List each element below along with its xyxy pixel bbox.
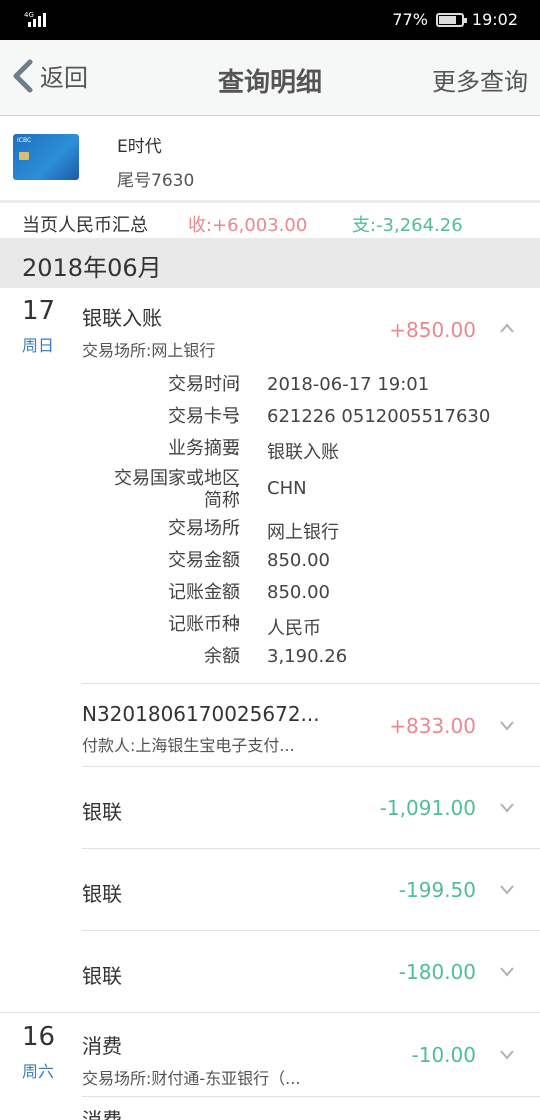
card-info: ICBC (0, 116, 540, 200)
detail-key: 交易国家或地区 (114, 468, 240, 489)
divider (82, 1096, 540, 1097)
chevron-down-icon[interactable] (500, 718, 514, 732)
transaction-title: 消费 (82, 1108, 122, 1120)
transaction-amount: -10.00 (411, 1043, 476, 1067)
card-name: E时代 (117, 137, 162, 157)
day-label: 17 周日 (22, 296, 72, 356)
signal-icon: 4G (24, 11, 46, 27)
summary-expense: 支:-3,264.26 (352, 215, 463, 236)
summary-income: 收:+6,003.00 (188, 215, 308, 236)
battery-icon (435, 12, 467, 27)
transaction-amount: -199.50 (398, 878, 476, 902)
more-query-button[interactable]: 更多查询 (432, 62, 528, 97)
transaction-amount: +833.00 (389, 714, 476, 738)
detail-value: 850.00 (267, 550, 330, 571)
month-label: 2018年06月 (22, 254, 162, 282)
day-number: 17 (22, 296, 56, 326)
chevron-down-icon[interactable] (500, 800, 514, 814)
detail-key: 业务摘要 (168, 438, 240, 459)
chevron-down-icon[interactable] (500, 1047, 514, 1061)
detail-key: 记账金额 (168, 582, 240, 603)
divider (0, 1012, 540, 1013)
detail-value: 人民币 (267, 618, 321, 639)
detail-value: 网上银行 (267, 522, 339, 543)
nav-bar: 返回 查询明细 更多查询 (0, 40, 540, 116)
transaction-amount: -180.00 (398, 960, 476, 984)
card-tail-number: 尾号7630 (117, 171, 195, 191)
clock: 19:02 (471, 10, 518, 29)
detail-value: 2018-06-17 19:01 (267, 374, 430, 395)
weekday: 周日 (22, 336, 55, 355)
detail-value: 621226 0512005517630 (267, 406, 491, 427)
day-number: 16 (22, 1022, 56, 1052)
battery-percent: 77% (392, 10, 428, 29)
transaction-sub: 交易场所:财付通-东亚银行（... (82, 1069, 301, 1088)
divider (82, 848, 540, 849)
month-header: 2018年06月 (0, 238, 540, 288)
detail-key: 记账币种 (168, 614, 240, 635)
bank-card-image: ICBC (13, 134, 79, 180)
day-label: 16 周六 (22, 1022, 72, 1082)
detail-value: 3,190.26 (267, 646, 348, 667)
status-bar: 4G 77% 19:02 (0, 0, 540, 40)
detail-key: 交易时间 (168, 374, 240, 395)
weekday: 周六 (22, 1062, 55, 1081)
detail-value: 850.00 (267, 582, 330, 603)
transaction-amount: -1,091.00 (379, 796, 476, 820)
divider (82, 930, 540, 931)
svg-text:4G: 4G (24, 11, 34, 19)
transaction-item[interactable]: 消费 (82, 1104, 540, 1120)
transaction-amount: +850.00 (389, 318, 476, 342)
detail-key: 交易卡号 (168, 406, 240, 427)
chevron-down-icon[interactable] (500, 882, 514, 896)
detail-value: CHN (267, 478, 307, 499)
chevron-down-icon[interactable] (500, 964, 514, 978)
divider (82, 766, 540, 767)
divider (82, 683, 540, 684)
detail-key: 交易场所 (168, 518, 240, 539)
detail-value: 银联入账 (267, 442, 339, 463)
summary-label: 当页人民币汇总 (22, 215, 148, 236)
page-summary: 当页人民币汇总 收:+6,003.00 支:-3,264.26 (0, 200, 540, 238)
detail-key: 交易金额 (168, 550, 240, 571)
chevron-up-icon[interactable] (500, 322, 514, 336)
